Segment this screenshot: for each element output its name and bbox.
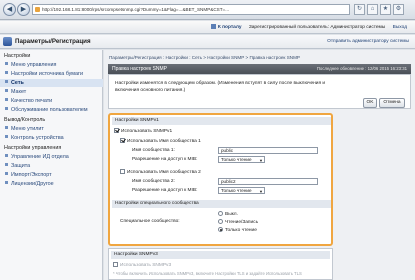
sidebar-item-user-maintenance[interactable]: Обслуживание пользователем bbox=[0, 106, 103, 114]
refresh-icon[interactable]: ↻ bbox=[354, 4, 365, 15]
community2-name-input[interactable]: public2 bbox=[218, 178, 318, 185]
sidebar-item-control-menu[interactable]: Меню управления bbox=[0, 61, 103, 69]
portal-link[interactable]: К порталу bbox=[210, 24, 242, 30]
sidebar-item-dept-id[interactable]: Управление ИД отдела bbox=[0, 153, 103, 161]
community1-mib-label: Разрешение на доступ к MIB: bbox=[132, 157, 198, 162]
sidebar-head-settings[interactable]: Настройки bbox=[0, 52, 103, 60]
app-header: К порталу Зарегистрированный пользовател… bbox=[0, 21, 415, 34]
special-option-read-only[interactable]: Только чтение bbox=[218, 227, 257, 233]
community1-mib-select[interactable]: Только чтение ▼ bbox=[218, 156, 265, 163]
snmpv1-settings-area: Настройки SNMPv1 Использовать SNMPv1 Исп… bbox=[108, 113, 333, 246]
cancel-button[interactable]: Отмена bbox=[379, 98, 405, 108]
sidebar-head-output[interactable]: Вывод/Контроль bbox=[0, 116, 103, 124]
special-read-only-radio[interactable] bbox=[218, 227, 223, 232]
use-community2-option[interactable]: Использовать Имя сообщества 2 bbox=[120, 169, 201, 175]
breadcrumb: Параметры/Регистрация : Настройки : Сеть… bbox=[109, 55, 300, 60]
message-box: Настройки изменятся в следующем образом.… bbox=[108, 74, 411, 109]
special-read-write-radio[interactable] bbox=[218, 219, 223, 224]
sidebar-head-management[interactable]: Настройки управления bbox=[0, 144, 103, 152]
panel-title-bar: Правка настроек SNMP Последнее обновлени… bbox=[108, 64, 411, 74]
use-community1-checkbox[interactable] bbox=[120, 138, 125, 143]
bullet-icon bbox=[5, 80, 8, 83]
sidebar: Настройки Меню управления Настройки исто… bbox=[0, 50, 103, 280]
bullet-icon bbox=[5, 172, 8, 175]
portal-home-icon bbox=[210, 24, 216, 29]
sidebar-item-network[interactable]: Сеть bbox=[0, 79, 103, 87]
settings-registration-icon bbox=[3, 37, 12, 46]
special-option-off[interactable]: Выкл. bbox=[218, 211, 238, 217]
info-message: Настройки изменятся в следующем образом.… bbox=[115, 81, 326, 93]
sidebar-item-import-export[interactable]: Импорт/Экспорт bbox=[0, 171, 103, 179]
sidebar-item-security[interactable]: Защита bbox=[0, 162, 103, 170]
page-title: Параметры/Регистрация bbox=[15, 38, 91, 45]
sidebar-item-license-other[interactable]: Лицензии/Другое bbox=[0, 180, 103, 188]
login-info: Зарегистрированный пользователь: Админис… bbox=[248, 25, 386, 30]
bullet-icon bbox=[5, 163, 8, 166]
special-option-read-write[interactable]: Чтение/Запись bbox=[218, 219, 258, 225]
bullet-icon bbox=[5, 98, 8, 101]
special-off-radio[interactable] bbox=[218, 211, 223, 216]
use-snmpv3-checkbox[interactable] bbox=[113, 262, 118, 267]
forward-button[interactable]: ▶ bbox=[17, 3, 30, 16]
sidebar-item-utility-menu[interactable]: Меню утилит bbox=[0, 125, 103, 133]
snmpv3-note: * Чтобы включить Использовать SNMPv3, вк… bbox=[113, 271, 302, 276]
bullet-icon bbox=[5, 126, 8, 129]
community2-mib-label: Разрешение на доступ к MIB: bbox=[132, 188, 198, 193]
sidebar-item-layout[interactable]: Макет bbox=[0, 88, 103, 96]
use-snmpv3-option[interactable]: Использовать SNMPv3 bbox=[113, 262, 171, 268]
address-bar[interactable]: http://192.168.1.81:8000/rps/srcompsetsn… bbox=[32, 4, 350, 15]
bullet-icon bbox=[5, 154, 8, 157]
back-button[interactable]: ◀ bbox=[3, 3, 16, 16]
community1-name-label: Имя сообщества 1: bbox=[132, 148, 175, 153]
sidebar-item-paper-source[interactable]: Настройки источника бумаги bbox=[0, 70, 103, 78]
browser-toolbar: ◀ ▶ http://192.168.1.81:8000/rps/srcomps… bbox=[0, 0, 415, 20]
sidebar-item-device-control[interactable]: Контроль устройства bbox=[0, 134, 103, 142]
bullet-icon bbox=[5, 89, 8, 92]
last-updated: Последнее обновление : 12/06 2015 16:23:… bbox=[316, 66, 407, 71]
use-snmpv1-checkbox[interactable] bbox=[114, 128, 119, 133]
sidebar-item-print-quality[interactable]: Качество печати bbox=[0, 97, 103, 105]
home-icon[interactable]: ⌂ bbox=[367, 4, 378, 15]
community2-mib-select[interactable]: Только чтение ▼ bbox=[218, 187, 265, 194]
panel-title: Правка настроек SNMP bbox=[112, 66, 167, 72]
bullet-icon bbox=[5, 71, 8, 74]
snmpv3-settings-area: Настройки SNMPv3 Использовать SNMPv3 * Ч… bbox=[108, 248, 333, 280]
use-snmpv1-option[interactable]: Использовать SNMPv1 bbox=[114, 128, 172, 134]
favorites-icon[interactable]: ★ bbox=[380, 4, 391, 15]
bullet-icon bbox=[5, 135, 8, 138]
chevron-down-icon: ▼ bbox=[259, 189, 263, 194]
logout-link[interactable]: Выход bbox=[393, 25, 407, 30]
snmpv1-section-title: Настройки SNMPv1 bbox=[112, 117, 331, 125]
use-community2-checkbox[interactable] bbox=[120, 169, 125, 174]
page-icon bbox=[35, 7, 40, 12]
snmpv3-section-title: Настройки SNMPv3 bbox=[111, 251, 330, 259]
main-content: Параметры/Регистрация : Настройки : Сеть… bbox=[104, 50, 415, 280]
use-community1-option[interactable]: Использовать Имя сообщества 1 bbox=[120, 138, 201, 144]
community2-name-label: Имя сообщества 2: bbox=[132, 179, 175, 184]
url-text: http://192.168.1.81:8000/rps/srcompsetsn… bbox=[42, 7, 230, 12]
ok-button[interactable]: OK bbox=[363, 98, 377, 108]
page-title-bar: Параметры/Регистрация Отправить админист… bbox=[0, 35, 415, 49]
mail-admin-link[interactable]: Отправить администратору системы bbox=[327, 39, 409, 44]
special-community-section-title: Настройки специального сообщества bbox=[112, 200, 331, 208]
special-community-label: Специальное сообщество: bbox=[120, 219, 180, 224]
bullet-icon bbox=[5, 181, 8, 184]
settings-gear-icon[interactable]: ⚙ bbox=[393, 4, 404, 15]
bullet-icon bbox=[5, 62, 8, 65]
chevron-down-icon: ▼ bbox=[259, 158, 263, 163]
community1-name-input[interactable]: public bbox=[218, 147, 318, 154]
bullet-icon bbox=[5, 107, 8, 110]
